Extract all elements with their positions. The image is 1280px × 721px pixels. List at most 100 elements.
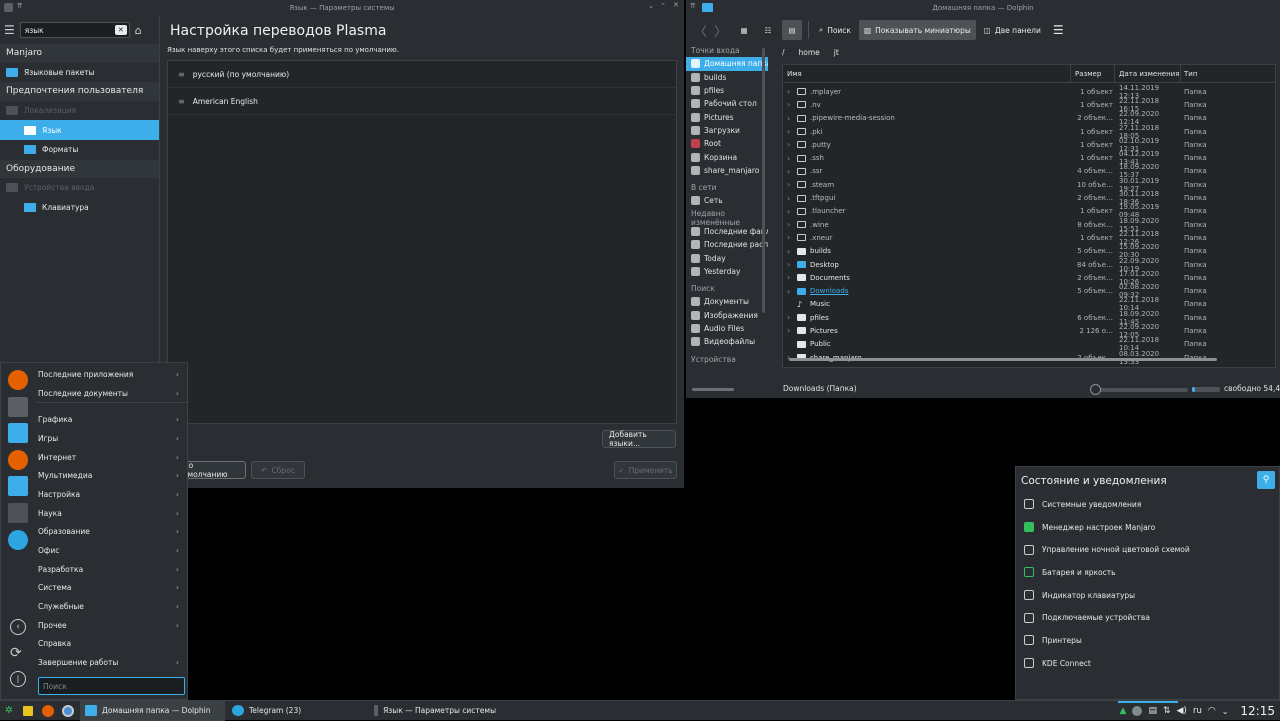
file-row[interactable]: › .nv 1 объект 22.11.2018 16:15 Папка <box>783 97 1275 113</box>
zoom-slider[interactable] <box>1090 384 1188 395</box>
menu-item[interactable]: Справка <box>1 635 189 654</box>
status-item[interactable]: Подключаемые устройства <box>1016 606 1279 629</box>
breadcrumb-segment[interactable]: home <box>799 48 820 57</box>
menu-item[interactable]: Служебные › <box>1 597 189 616</box>
files-launcher-icon[interactable] <box>23 705 33 716</box>
file-row[interactable]: › Documents 2 объек… 17.01.2020 10:26 Папка <box>783 270 1275 286</box>
file-row[interactable]: › .mplayer 1 объект 14.11.2019 12:13 Папка <box>783 84 1275 100</box>
status-item[interactable]: Батарея и яркость <box>1016 561 1279 584</box>
tray-arrow-icon[interactable]: ⌄ <box>1222 707 1229 716</box>
file-row[interactable]: › .tlauncher 1 объект 19.05.2019 09:48 Папка <box>783 203 1275 219</box>
expand-arrow-icon[interactable]: › <box>787 167 793 176</box>
file-row[interactable]: › .putty 1 объект 02.10.2019 12:31 Папка <box>783 137 1275 153</box>
file-row[interactable]: › .ssh 1 объект 04.12.2019 13:41 Папка <box>783 150 1275 166</box>
menu-item[interactable]: Завершение работы › <box>1 653 189 672</box>
sidebar-item[interactable]: Локализация <box>0 101 159 121</box>
drag-handle-icon[interactable]: ≡ <box>178 97 185 106</box>
sidebar-item[interactable]: Язык <box>0 120 159 140</box>
menu-item[interactable]: Графика › <box>1 410 189 429</box>
expand-arrow-icon[interactable]: › <box>787 127 793 136</box>
status-item[interactable]: Менеджер настроек Manjaro <box>1016 516 1279 539</box>
dolphin-titlebar[interactable]: ⇈ Домашняя папка — Dolphin <box>686 0 1280 16</box>
search-input[interactable]: язык <box>25 26 44 35</box>
places-item[interactable]: pfiles <box>686 84 768 97</box>
hamburger-menu-icon[interactable]: ☰ <box>4 23 15 37</box>
pin-icon[interactable]: ⚲ <box>1257 471 1275 489</box>
file-row[interactable]: › pfiles 6 объек… 18.09.2020 11:45 Папка <box>783 310 1275 326</box>
places-item[interactable]: Последние файлы <box>686 225 768 238</box>
language-item[interactable]: ≡ русский (по умолчанию) <box>168 61 676 88</box>
places-hscroll[interactable] <box>692 388 734 391</box>
places-item[interactable]: Последние расположения <box>686 238 768 251</box>
home-icon[interactable]: ⌂ <box>135 24 142 37</box>
apply-button[interactable]: ✓ Применить <box>614 461 677 479</box>
chromium-launcher-icon[interactable] <box>62 704 74 717</box>
sidebar-item[interactable]: Устройства ввода <box>0 178 159 198</box>
preview-button[interactable]: ▧ Показывать миниатюры <box>858 20 976 40</box>
clipboard-icon[interactable]: ▤ <box>1148 706 1157 716</box>
shutdown-icon[interactable]: | <box>10 671 26 687</box>
maximize-icon[interactable]: ⌃ <box>660 2 666 10</box>
places-item[interactable]: Root <box>686 137 768 150</box>
expand-arrow-icon[interactable]: › <box>787 287 793 296</box>
file-row[interactable]: › .pipewire-media-session 2 объек… 22.09.20… <box>783 110 1275 126</box>
places-item[interactable]: Корзина <box>686 150 768 163</box>
menu-item[interactable]: Офис › <box>1 541 189 560</box>
places-item[interactable]: builds <box>686 71 768 84</box>
file-row[interactable]: › .tftpgui 2 объек… 30.11.2018 18:36 Папка <box>783 190 1275 206</box>
column-type[interactable]: Тип <box>1181 65 1241 82</box>
file-row[interactable]: Public 22.11.2018 10:14 Папка <box>783 336 1275 352</box>
split-button[interactable]: ◫ Две панели <box>980 26 1045 35</box>
icons-view-icon[interactable]: ▦ <box>734 20 754 40</box>
breadcrumb-segment[interactable]: jt <box>834 48 839 57</box>
menu-item[interactable]: Последние приложения › <box>1 365 189 384</box>
expand-arrow-icon[interactable]: › <box>787 313 793 322</box>
taskbar-task[interactable]: Язык — Параметры системы <box>369 701 501 721</box>
places-item[interactable]: Today <box>686 251 768 264</box>
places-item[interactable]: Документы <box>686 295 768 308</box>
places-item[interactable]: share_manjaro <box>686 164 768 177</box>
sidebar-item[interactable]: Языковые пакеты <box>0 63 159 83</box>
menu-item[interactable]: Прочее › <box>1 616 189 635</box>
file-row[interactable]: › .pki 1 объект 27.11.2018 18:05 Папка <box>783 124 1275 140</box>
reset-button[interactable]: ↶ Сброс <box>251 461 305 479</box>
column-name[interactable]: Имя <box>783 65 1071 82</box>
settings-titlebar[interactable]: ⇈ Язык — Параметры системы ⌄ ⌃ ✕ <box>0 0 684 16</box>
menu-search-field[interactable]: Поиск <box>38 677 185 695</box>
expand-arrow-icon[interactable]: › <box>787 140 793 149</box>
search-field[interactable]: язык ✕ <box>19 22 130 38</box>
column-size[interactable]: Размер <box>1071 65 1115 82</box>
menu-item[interactable]: Игры › <box>1 429 189 448</box>
language-item[interactable]: ≡ American English <box>168 88 676 115</box>
expand-arrow-icon[interactable]: › <box>787 247 793 256</box>
forward-icon[interactable]: 〉 <box>714 21 730 40</box>
clear-search-icon[interactable]: ✕ <box>114 25 127 35</box>
menu-item[interactable]: Система › <box>1 579 189 598</box>
file-hscroll[interactable] <box>789 358 1217 361</box>
keep-above-icon[interactable]: ⇈ <box>690 2 696 10</box>
expand-arrow-icon[interactable]: › <box>787 154 793 163</box>
menu-item[interactable]: Мультимедиа › <box>1 466 189 485</box>
expand-arrow-icon[interactable]: › <box>787 233 793 242</box>
places-item[interactable]: Рабочий стол <box>686 97 768 110</box>
file-row[interactable]: ♪ Music 22.11.2018 10:14 Папка <box>783 296 1275 312</box>
file-row[interactable]: › .ssr 4 объек… 18.09.2020 15:37 Папка <box>783 163 1275 179</box>
menu-item[interactable]: Образование › <box>1 523 189 542</box>
keep-above-icon[interactable]: ⇈ <box>17 2 23 10</box>
volume-icon[interactable]: ◀) <box>1177 706 1187 716</box>
add-languages-button[interactable]: Добавить языки... <box>602 430 676 448</box>
back-icon[interactable]: 〈 <box>694 21 710 40</box>
menu-item[interactable]: Интернет › <box>1 448 189 467</box>
expand-arrow-icon[interactable]: › <box>787 180 793 189</box>
status-item[interactable]: Индикатор клавиатуры <box>1016 584 1279 607</box>
compact-view-icon[interactable]: ☷ <box>758 20 778 40</box>
status-item[interactable]: KDE Connect <box>1016 652 1279 675</box>
close-icon[interactable]: ✕ <box>673 1 679 9</box>
menu-item[interactable]: Наука › <box>1 504 189 523</box>
menu-item[interactable]: Разработка › <box>1 560 189 579</box>
file-row[interactable]: › builds 5 объек… 15.09.2020 20:30 Папка <box>783 243 1275 259</box>
wifi-icon[interactable]: ◠ <box>1208 706 1216 716</box>
sidebar-item[interactable]: Клавиатура <box>0 198 159 218</box>
expand-arrow-icon[interactable]: › <box>787 326 793 335</box>
expand-arrow-icon[interactable]: › <box>787 114 793 123</box>
